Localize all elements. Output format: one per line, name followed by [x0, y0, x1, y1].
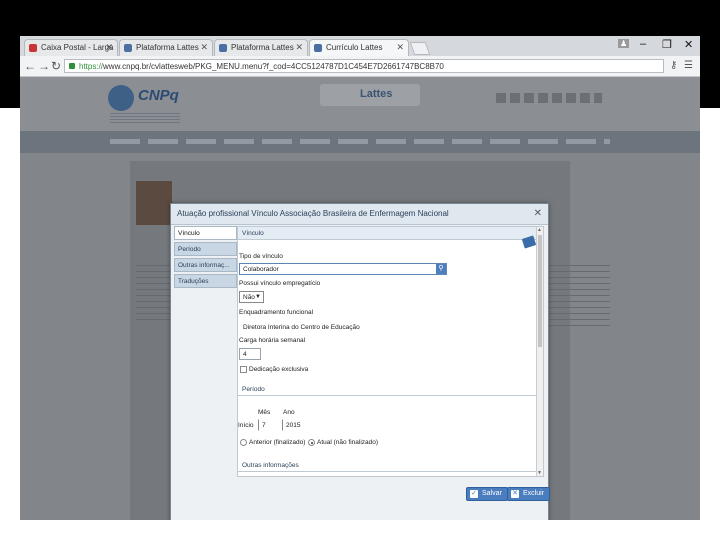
lattes-logo: Lattes — [320, 84, 420, 106]
check-icon: ✓ — [470, 490, 478, 498]
inicio-label: Início — [238, 422, 254, 429]
key-icon[interactable]: ⚷ — [670, 60, 677, 71]
enquadramento-value: Diretora Interina do Centro de Educação — [243, 324, 360, 331]
tab-plataforma-lattes-1[interactable]: Plataforma Lattes ✕ — [119, 39, 213, 56]
section-periodo-header: Período — [238, 383, 536, 396]
site-header: CNPq Lattes — [20, 77, 700, 131]
mes-value: 7 — [262, 422, 266, 429]
sidebar-item-traducoes[interactable]: Traduções — [174, 274, 237, 288]
save-label: Salvar — [482, 490, 502, 497]
anterior-radio[interactable] — [240, 439, 247, 446]
close-icon[interactable]: ✕ — [105, 42, 113, 53]
tab-label: Plataforma Lattes — [231, 43, 294, 52]
empregaticio-label: Possui vínculo empregatício — [239, 280, 321, 287]
carga-horaria-label: Carga horária semanal — [239, 337, 306, 344]
browser-window: Caixa Postal - Larga ✕ Plataforma Lattes… — [20, 36, 700, 520]
ano-value: 2015 — [286, 422, 301, 429]
close-icon[interactable]: ✕ — [534, 208, 542, 219]
nav-items[interactable] — [110, 139, 610, 144]
page-icon — [314, 44, 322, 52]
form-scrollbar[interactable]: ▲ ▼ — [536, 227, 543, 476]
minimize-button[interactable]: – — [640, 38, 646, 50]
logo-subtitle — [110, 113, 180, 123]
enquadramento-input[interactable]: Diretora Interina do Centro de Educação — [239, 321, 447, 333]
close-icon[interactable]: ✕ — [396, 42, 404, 53]
search-icon[interactable]: ⚲ — [436, 264, 446, 274]
empregaticio-value: Não — [243, 294, 255, 301]
mes-label: Mês — [258, 409, 271, 416]
sidebar-item-outras-informacoes[interactable]: Outras informaç... — [174, 258, 237, 272]
close-icon[interactable]: ✕ — [200, 42, 208, 53]
tipo-vinculo-label: Tipo de vínculo — [239, 253, 283, 260]
empregaticio-select[interactable]: Não ▼ — [239, 291, 264, 303]
menu-icon[interactable]: ☰ — [684, 60, 693, 71]
scroll-up-icon[interactable]: ▲ — [537, 227, 542, 233]
scroll-thumb[interactable] — [538, 235, 542, 347]
chevron-down-icon: ▼ — [255, 294, 261, 300]
url-scheme: https:// — [79, 62, 104, 71]
dialog-title-bar: Atuação profissional Vínculo Associação … — [171, 204, 548, 225]
scroll-down-icon[interactable]: ▼ — [537, 470, 542, 476]
tab-label: Plataforma Lattes — [136, 43, 199, 52]
tab-label: Caixa Postal - Larga — [41, 43, 114, 52]
dialog-title: Atuação profissional Vínculo Associação … — [177, 209, 449, 218]
dedicacao-checkbox[interactable] — [240, 366, 247, 373]
cnpq-logo-text: CNPq — [138, 87, 179, 104]
restore-button[interactable]: ❐ — [662, 38, 672, 51]
slide-bottom-bar — [0, 520, 720, 540]
web-page: CNPq Lattes Atuação profissional Vínculo… — [20, 77, 700, 520]
mail-icon — [29, 44, 37, 52]
delete-button[interactable]: ✕ Excluir — [507, 487, 551, 501]
address-bar-row: ← → ↻ https://www.cnpq.br/cvlattesweb/PK… — [20, 56, 700, 77]
delete-icon: ✕ — [511, 490, 519, 498]
carga-horaria-input[interactable]: 4 — [239, 348, 261, 360]
header-icon-row[interactable] — [496, 93, 602, 103]
url-text: www.cnpq.br/cvlattesweb/PKG_MENU.menu?f_… — [103, 62, 444, 71]
tab-plataforma-lattes-2[interactable]: Plataforma Lattes ✕ — [214, 39, 308, 56]
back-icon[interactable]: ← — [24, 59, 36, 73]
tipo-vinculo-value: Colaborador — [243, 266, 279, 273]
page-icon — [124, 44, 132, 52]
new-tab-button[interactable] — [409, 42, 431, 55]
profile-photo — [136, 181, 172, 225]
enquadramento-label: Enquadramento funcional — [239, 309, 314, 316]
user-icon[interactable]: ♟ — [618, 39, 630, 48]
delete-label: Excluir — [523, 490, 545, 497]
cnpq-logo-icon — [108, 85, 134, 111]
tab-curriculo-lattes[interactable]: Currículo Lattes ✕ — [309, 39, 409, 56]
mes-input[interactable]: 7 — [258, 419, 276, 431]
anterior-label: Anterior (finalizado) — [249, 439, 306, 446]
url-input[interactable]: https://www.cnpq.br/cvlattesweb/PKG_MENU… — [64, 59, 664, 73]
edit-dialog: Atuação profissional Vínculo Associação … — [170, 203, 551, 520]
page-icon — [219, 44, 227, 52]
atual-label: Atual (não finalizado) — [317, 439, 379, 446]
forward-icon[interactable]: → — [38, 59, 50, 73]
sidebar-item-vinculo[interactable]: Vínculo — [174, 226, 237, 240]
tab-strip: Caixa Postal - Larga ✕ Plataforma Lattes… — [20, 36, 700, 56]
carga-horaria-value: 4 — [243, 351, 247, 358]
close-icon[interactable]: ✕ — [295, 42, 303, 53]
tab-caixa-postal[interactable]: Caixa Postal - Larga ✕ — [24, 39, 118, 56]
close-window-button[interactable]: ✕ — [684, 38, 693, 51]
ano-input[interactable]: 2015 — [282, 419, 302, 431]
section-vinculo-header: Vínculo — [238, 227, 543, 240]
dedicacao-label: Dedicação exclusiva — [249, 366, 309, 373]
save-button[interactable]: ✓ Salvar — [466, 487, 508, 501]
reload-icon[interactable]: ↻ — [51, 59, 61, 73]
tab-label: Currículo Lattes — [326, 43, 383, 52]
tipo-vinculo-input[interactable]: Colaborador ⚲ — [239, 263, 447, 275]
lock-icon — [69, 63, 75, 69]
background-text — [136, 265, 172, 325]
section-outras-header: Outras informações — [238, 459, 536, 472]
ano-label: Ano — [283, 409, 295, 416]
lattes-label: Lattes — [360, 88, 393, 100]
dialog-sidebar: Vínculo Período Outras informaç... Tradu… — [174, 226, 237, 316]
dialog-form: Vínculo Tipo de vínculo Colaborador ⚲ Po… — [237, 226, 544, 477]
atual-radio[interactable] — [308, 439, 315, 446]
site-navigation — [20, 131, 700, 153]
sidebar-item-periodo[interactable]: Período — [174, 242, 237, 256]
